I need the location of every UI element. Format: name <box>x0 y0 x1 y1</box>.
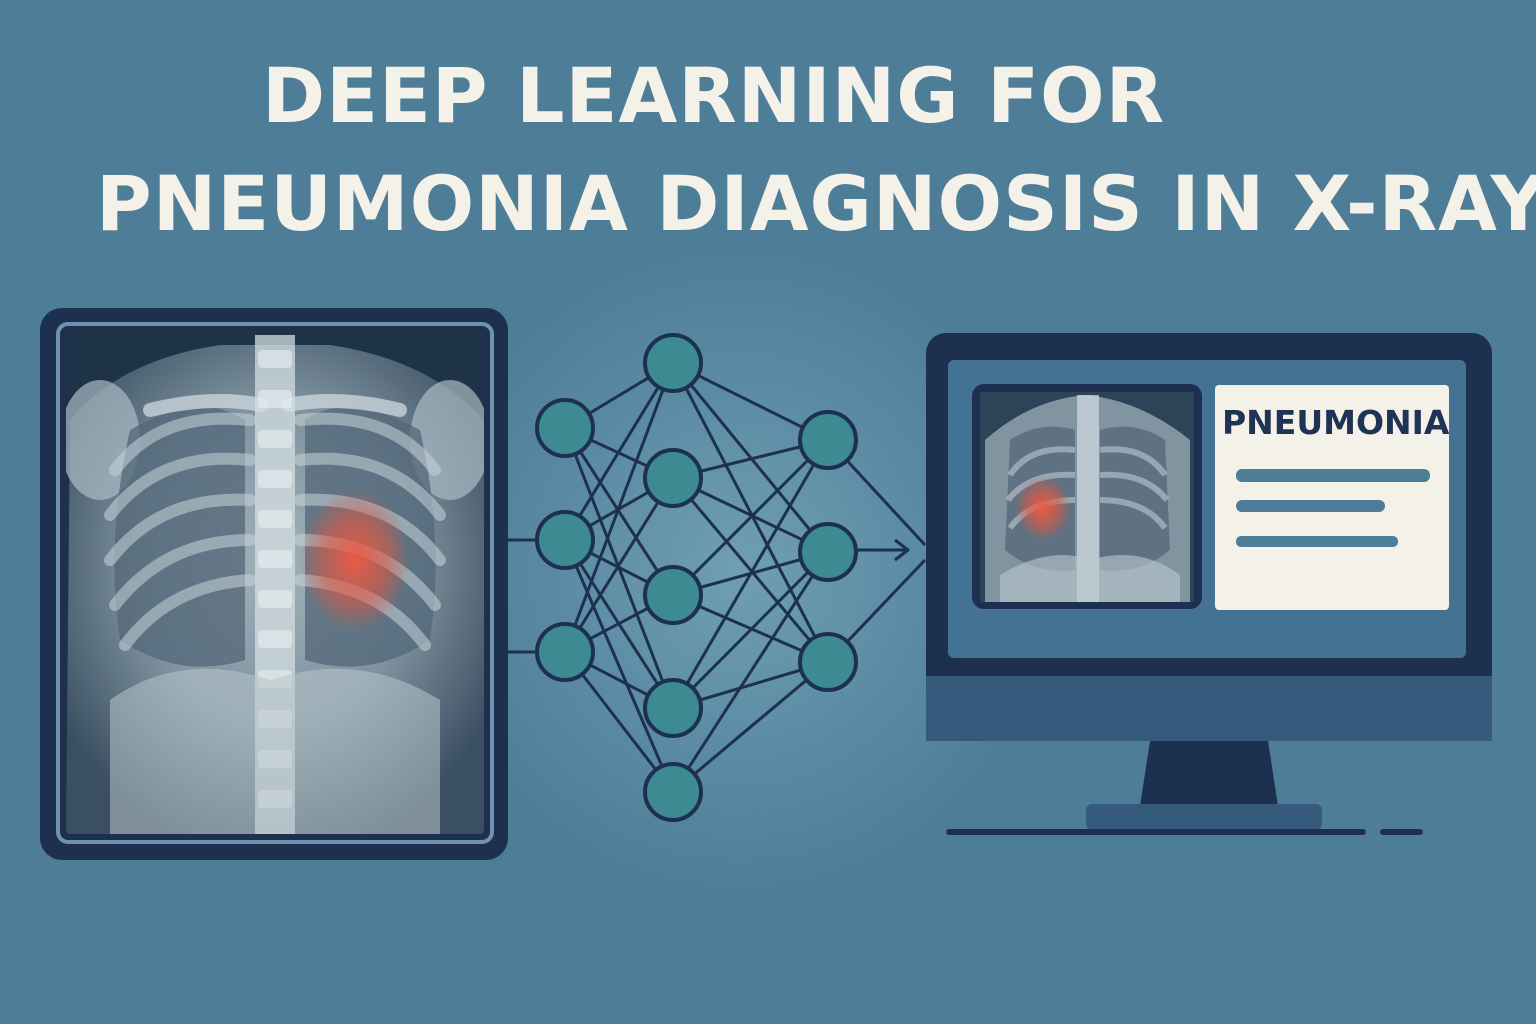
network-node <box>798 410 858 470</box>
network-node <box>535 622 595 682</box>
desk-line <box>946 829 1366 835</box>
monitor-stand-neck <box>1140 741 1278 806</box>
network-node <box>643 565 703 625</box>
network-node <box>535 510 595 570</box>
network-node <box>643 678 703 738</box>
illustration <box>40 308 1492 860</box>
network-node <box>798 522 858 582</box>
screen-infection-highlight <box>1015 476 1071 540</box>
network-node <box>535 398 595 458</box>
result-line <box>1236 500 1385 512</box>
monitor-stand-base <box>1086 804 1322 830</box>
chest-xray-icon <box>66 330 484 834</box>
infection-highlight <box>300 488 410 632</box>
network-node <box>643 448 703 508</box>
network-node <box>798 632 858 692</box>
network-node <box>643 333 703 393</box>
xray-panel <box>40 308 508 860</box>
desk-line-dash <box>1380 829 1423 835</box>
result-line <box>1236 469 1430 482</box>
network-node <box>643 762 703 822</box>
result-line <box>1236 536 1398 547</box>
result-label: PNEUMONIA <box>1222 403 1450 442</box>
screen-xray-thumbnail <box>980 392 1194 602</box>
